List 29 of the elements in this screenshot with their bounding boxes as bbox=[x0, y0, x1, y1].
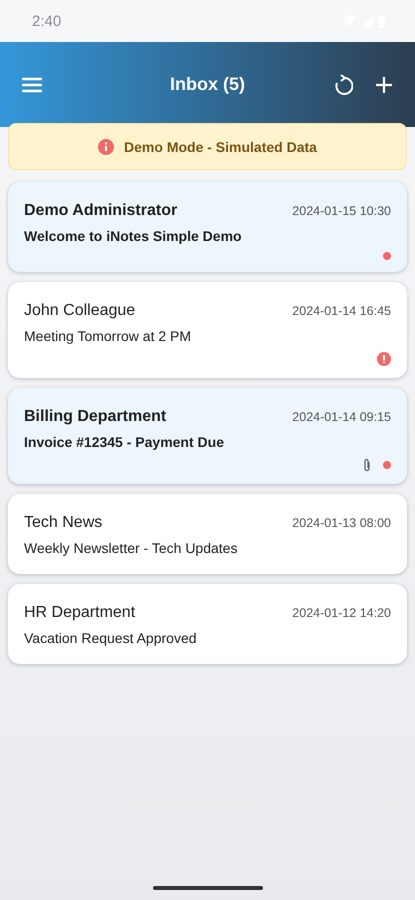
sender-name: Demo Administrator bbox=[24, 202, 178, 220]
sender-name: Billing Department bbox=[24, 408, 166, 426]
menu-icon bbox=[22, 76, 42, 92]
sender-name: HR Department bbox=[24, 604, 136, 622]
message-card[interactable]: Billing Department 2024-01-14 09:15 Invoice #12345 - Payment Due bbox=[8, 388, 407, 484]
message-date: 2024-01-14 16:45 bbox=[292, 304, 391, 318]
banner-text: Demo Mode - Simulated Data bbox=[124, 138, 317, 154]
sender-name: Tech News bbox=[24, 514, 102, 532]
message-date: 2024-01-14 09:15 bbox=[292, 410, 391, 424]
sender-name: John Colleague bbox=[24, 302, 136, 320]
message-card[interactable]: HR Department 2024-01-12 14:20 Vacation Request Approved bbox=[8, 584, 407, 664]
status-time: 2:40 bbox=[32, 12, 62, 30]
unread-dot bbox=[383, 461, 391, 469]
message-subject: Welcome to iNotes Simple Demo bbox=[24, 228, 243, 244]
refresh-icon bbox=[333, 74, 353, 96]
unread-dot bbox=[383, 252, 391, 260]
message-card[interactable]: John Colleague 2024-01-14 16:45 Meeting Tomorrow at 2 PM bbox=[8, 282, 407, 378]
message-date: 2024-01-13 08:00 bbox=[292, 516, 391, 530]
message-date: 2024-01-12 14:20 bbox=[292, 606, 391, 620]
info-icon bbox=[98, 138, 114, 154]
message-subject: Vacation Request Approved bbox=[24, 630, 198, 646]
message-subject: Invoice #12345 - Payment Due bbox=[24, 434, 225, 450]
screen-title: Inbox (5) bbox=[170, 74, 245, 95]
message-subject: Meeting Tomorrow at 2 PM bbox=[24, 328, 192, 344]
message-date: 2024-01-15 10:30 bbox=[292, 204, 391, 218]
message-card[interactable]: Tech News 2024-01-13 08:00 Weekly Newsletter - Tech Updates bbox=[8, 494, 407, 574]
message-subject: Weekly Newsletter - Tech Updates bbox=[24, 540, 238, 556]
plus-icon bbox=[375, 76, 393, 94]
message-card[interactable]: Demo Administrator 2024-01-15 10:30 Welcome to iNotes Simple Demo bbox=[8, 182, 407, 272]
